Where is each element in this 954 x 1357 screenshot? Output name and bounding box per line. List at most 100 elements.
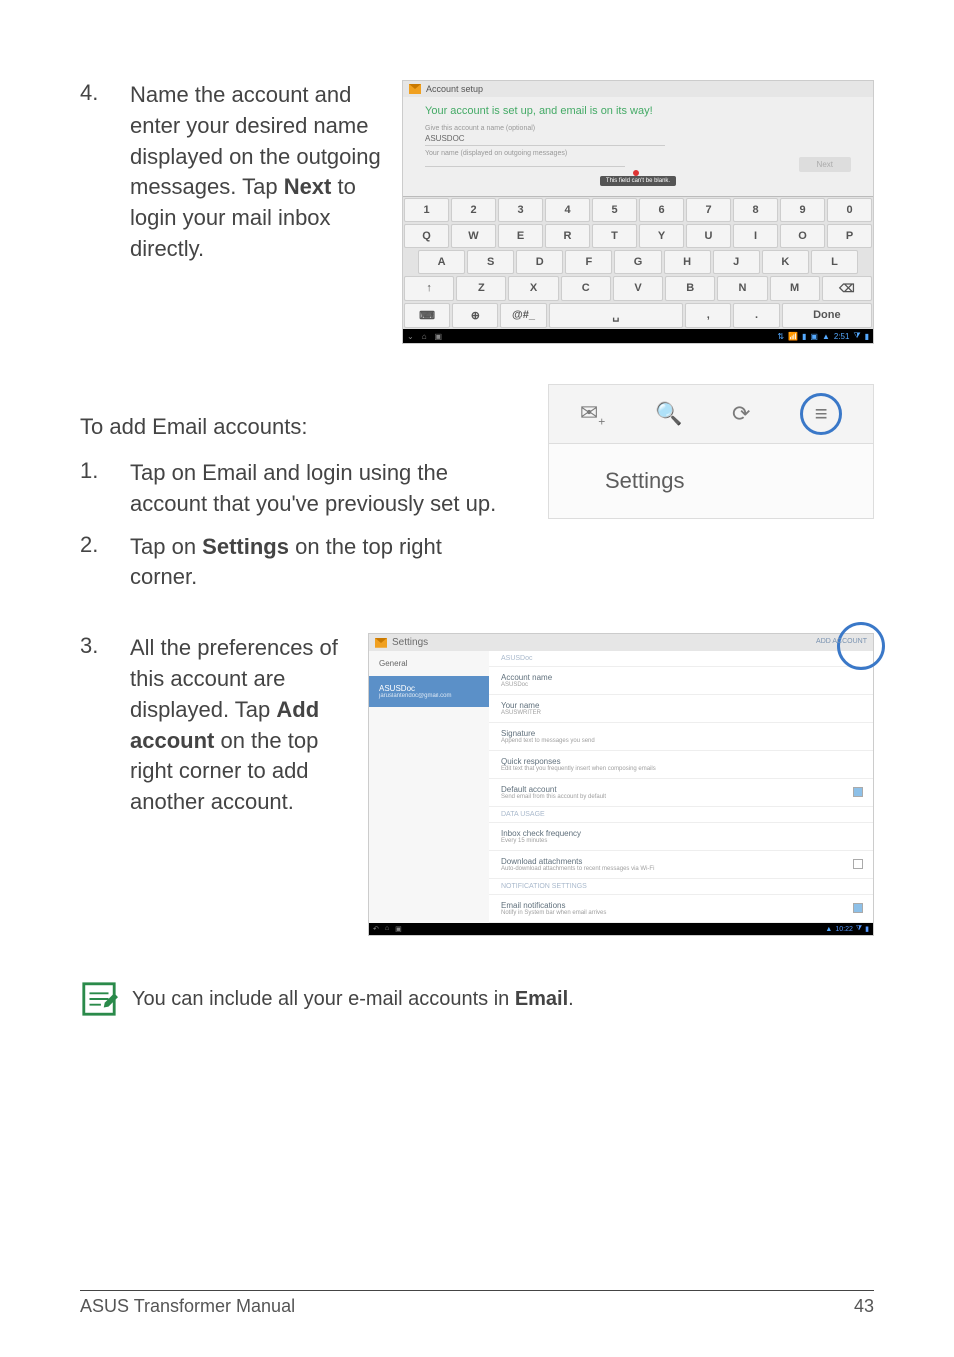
key-d[interactable]: D: [516, 250, 563, 274]
settings-item-title: Default account: [501, 785, 861, 794]
settings-menu-item[interactable]: Settings: [548, 443, 874, 519]
warning-icon: ▲: [822, 332, 830, 341]
key-↑[interactable]: ↑: [404, 276, 454, 301]
settings-item[interactable]: SignatureAppend text to messages you sen…: [489, 723, 873, 751]
key-8[interactable]: 8: [733, 198, 778, 222]
key-b[interactable]: B: [665, 276, 715, 301]
key-l[interactable]: L: [811, 250, 858, 274]
battery2-icon: ▮: [865, 332, 869, 341]
settings-item-subtitle: ASUSWRITER: [501, 710, 861, 716]
nav-recent-icon[interactable]: ▣: [435, 332, 443, 341]
mail-icon: [375, 638, 387, 648]
settings-item-subtitle: Auto-download attachments to recent mess…: [501, 866, 861, 872]
key-g[interactable]: G: [614, 250, 661, 274]
setup-heading: Your account is set up, and email is on …: [425, 105, 851, 117]
add-account-button[interactable]: ADD ACCOUNT: [816, 638, 867, 645]
key-t[interactable]: T: [592, 224, 637, 248]
key-o[interactable]: O: [780, 224, 825, 248]
key-y[interactable]: Y: [639, 224, 684, 248]
menu-button[interactable]: ≡: [800, 393, 842, 435]
settings-item-title: Inbox check frequency: [501, 829, 861, 838]
symbols-key[interactable]: @#_: [500, 303, 546, 328]
settings-item-title: Quick responses: [501, 757, 861, 766]
settings-item[interactable]: Account nameASUSDoc: [489, 667, 873, 695]
key-2[interactable]: 2: [451, 198, 496, 222]
settings-item[interactable]: Inbox check frequencyEvery 15 minutes: [489, 823, 873, 851]
search-icon[interactable]: 🔍: [655, 401, 682, 427]
globe-key[interactable]: ⊕: [452, 303, 498, 328]
sidebar-general[interactable]: General: [369, 651, 489, 676]
key-6[interactable]: 6: [639, 198, 684, 222]
settings-screenshot: Settings ADD ACCOUNT General ASUSDoc jar…: [368, 633, 874, 936]
key-x[interactable]: X: [508, 276, 558, 301]
key-i[interactable]: I: [733, 224, 778, 248]
nav-down-icon[interactable]: ⌄: [407, 332, 414, 341]
key-1[interactable]: 1: [404, 198, 449, 222]
key-u[interactable]: U: [686, 224, 731, 248]
key-⌫[interactable]: ⌫: [822, 276, 872, 301]
key-r[interactable]: R: [545, 224, 590, 248]
settings-item-title: Download attachments: [501, 857, 861, 866]
key-n[interactable]: N: [717, 276, 767, 301]
settings-item[interactable]: Your nameASUSWRITER: [489, 695, 873, 723]
settings-item[interactable]: Email notificationsNotify in System bar …: [489, 895, 873, 923]
key-7[interactable]: 7: [686, 198, 731, 222]
checkbox[interactable]: [853, 859, 863, 869]
wifi2-icon: ⧩: [853, 331, 860, 341]
sidebar-active-account[interactable]: ASUSDoc jaruslantendoc@gmail.com: [369, 676, 489, 707]
refresh-icon[interactable]: ⟳: [732, 401, 750, 427]
next-button[interactable]: Next: [799, 157, 851, 172]
nav-home-icon[interactable]: ⌂: [385, 925, 389, 933]
onscreen-keyboard[interactable]: 1234567890 QWERTYUIOP ASDFGHJKL ↑ZXCVBNM…: [403, 196, 873, 329]
your-name-input[interactable]: [425, 162, 625, 167]
nav-recent-icon[interactable]: ▣: [395, 925, 402, 933]
note-pre: You can include all your e-mail accounts…: [132, 988, 515, 1010]
nav-home-icon[interactable]: ⌂: [422, 332, 427, 341]
period-key[interactable]: .: [733, 303, 779, 328]
compose-icon[interactable]: ✉+: [580, 400, 605, 428]
account-name-input[interactable]: ASUSDOC: [425, 132, 665, 146]
step4-text: Name the account and enter your desired …: [130, 80, 382, 265]
key-j[interactable]: J: [713, 250, 760, 274]
settings-item-title: Your name: [501, 701, 861, 710]
key-w[interactable]: W: [451, 224, 496, 248]
section-header-datausage: DATA USAGE: [489, 807, 873, 823]
key-v[interactable]: V: [613, 276, 663, 301]
key-z[interactable]: Z: [456, 276, 506, 301]
step2-number: 2.: [80, 532, 130, 594]
key-m[interactable]: M: [770, 276, 820, 301]
key-c[interactable]: C: [561, 276, 611, 301]
key-k[interactable]: K: [762, 250, 809, 274]
settings-title: Settings: [392, 637, 428, 648]
space-key[interactable]: ␣: [549, 303, 684, 328]
done-key[interactable]: Done: [782, 303, 872, 328]
key-5[interactable]: 5: [592, 198, 637, 222]
step2-pre: Tap on: [130, 534, 202, 559]
key-9[interactable]: 9: [780, 198, 825, 222]
keyboard-switch-key[interactable]: ⌨: [404, 303, 450, 328]
key-p[interactable]: P: [827, 224, 872, 248]
settings-item[interactable]: Download attachmentsAuto-download attach…: [489, 851, 873, 879]
settings-item[interactable]: Quick responsesEdit text that you freque…: [489, 751, 873, 779]
settings-item[interactable]: Default accountSend email from this acco…: [489, 779, 873, 807]
key-3[interactable]: 3: [498, 198, 543, 222]
checkbox[interactable]: [853, 903, 863, 913]
screenshot-icon: ▣: [810, 332, 818, 341]
settings-item-title: Signature: [501, 729, 861, 738]
key-0[interactable]: 0: [827, 198, 872, 222]
nav-back-icon[interactable]: ↶: [373, 925, 379, 933]
checkbox[interactable]: [853, 787, 863, 797]
comma-key[interactable]: ,: [685, 303, 731, 328]
key-s[interactable]: S: [467, 250, 514, 274]
key-h[interactable]: H: [664, 250, 711, 274]
key-f[interactable]: F: [565, 250, 612, 274]
step1-text: Tap on Email and login using the account…: [130, 458, 508, 520]
step2-text: Tap on Settings on the top right corner.: [130, 532, 508, 594]
note-bold: Email: [515, 988, 568, 1010]
key-a[interactable]: A: [418, 250, 465, 274]
account-setup-screenshot: Account setup Your account is set up, an…: [402, 80, 874, 344]
settings-item-title: Account name: [501, 673, 861, 682]
key-4[interactable]: 4: [545, 198, 590, 222]
key-e[interactable]: E: [498, 224, 543, 248]
key-q[interactable]: Q: [404, 224, 449, 248]
